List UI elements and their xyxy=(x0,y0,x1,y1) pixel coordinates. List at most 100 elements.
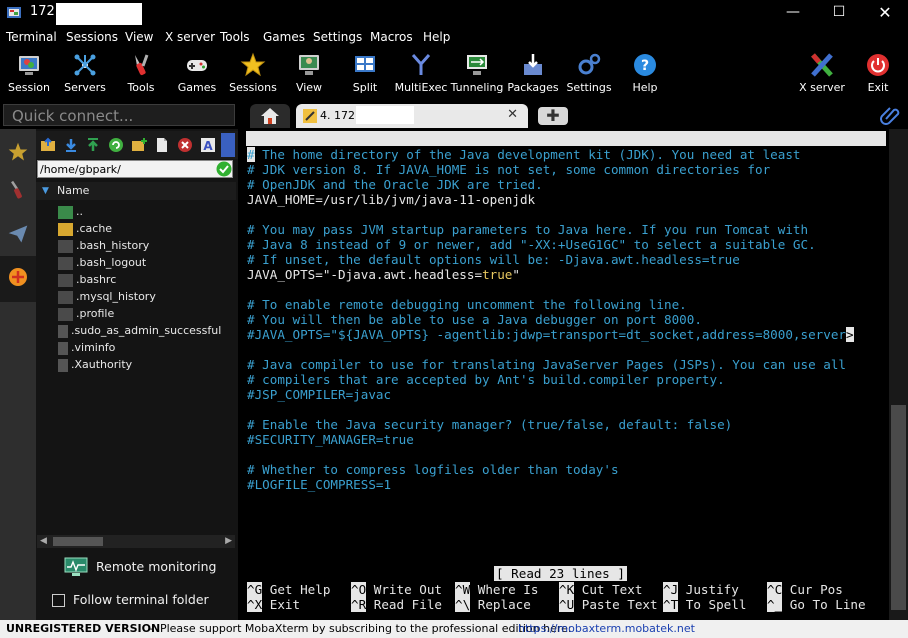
document-icon xyxy=(58,324,68,338)
sessions-button[interactable]: Sessions xyxy=(224,50,282,98)
shortcut-label: Cut Text xyxy=(581,582,643,597)
file-row[interactable]: .viminfo xyxy=(58,339,115,356)
session-tab-label: 4. 172. xyxy=(320,109,359,122)
svg-text:A: A xyxy=(203,139,213,153)
new-tab-button[interactable]: ✚ xyxy=(538,107,568,125)
xserver-icon xyxy=(811,53,833,77)
maximize-button[interactable]: ☐ xyxy=(816,0,862,26)
file-name: .bash_logout xyxy=(76,256,147,269)
folder-up-icon[interactable] xyxy=(40,137,56,153)
side-macros-button[interactable] xyxy=(0,212,36,258)
file-row[interactable]: .bashrc xyxy=(58,271,116,288)
file-row[interactable]: .bash_history xyxy=(58,237,149,254)
multiexec-button[interactable]: MultiExec xyxy=(392,50,450,98)
tools-button[interactable]: Tools xyxy=(112,50,170,98)
line-segment: " xyxy=(512,267,520,282)
menu-view[interactable]: View xyxy=(125,30,153,44)
split-button[interactable]: Split xyxy=(336,50,394,98)
menu-macros[interactable]: Macros xyxy=(370,30,413,44)
attachment-icon[interactable] xyxy=(880,105,900,125)
file-row[interactable]: .mysql_history xyxy=(58,288,156,305)
editor-line: JAVA_OPTS="-Djava.awt.headless=true" xyxy=(247,267,520,282)
file-icon xyxy=(58,239,73,253)
help-button[interactable]: ? Help xyxy=(616,50,674,98)
checkbox-box[interactable] xyxy=(52,594,65,607)
editor-line: # Java compiler to use for translating J… xyxy=(247,357,846,372)
side-tools-button[interactable] xyxy=(0,168,36,214)
delete-icon[interactable] xyxy=(177,137,193,153)
terminal-tab-icon xyxy=(303,109,317,123)
packages-button[interactable]: Packages xyxy=(504,50,562,98)
nano-shortcut: ^R Read File xyxy=(351,597,442,612)
servers-button[interactable]: Servers xyxy=(56,50,114,98)
line-segment: # Java compiler to use for translating J… xyxy=(247,357,846,372)
mobaxterm-link[interactable]: https://mobaxterm.mobatek.net xyxy=(518,620,695,638)
editor-line: # Whether to compress logfiles older tha… xyxy=(247,462,619,477)
vertical-scrollbar-thumb[interactable] xyxy=(891,405,906,610)
footer-bar: UNREGISTERED VERSION - Please support Mo… xyxy=(0,620,908,638)
menu-help[interactable]: Help xyxy=(423,30,450,44)
menu-settings[interactable]: Settings xyxy=(313,30,362,44)
download-icon[interactable] xyxy=(63,137,79,153)
editor-line: # Enable the Java security manager? (tru… xyxy=(247,417,732,432)
home-tab[interactable] xyxy=(250,104,290,128)
close-tab-icon[interactable]: ✕ xyxy=(507,107,518,122)
shortcut-label: Cur Pos xyxy=(789,582,843,597)
path-input[interactable]: /home/gbpark/ xyxy=(37,160,233,178)
close-window-button[interactable]: ✕ xyxy=(862,0,908,26)
file-row[interactable]: .cache xyxy=(58,220,112,237)
file-row[interactable]: .. xyxy=(58,203,83,220)
quick-connect-input[interactable]: Quick connect... xyxy=(3,104,235,126)
nano-header: GNU nano 4.8 /etc/default/tomcat9 xyxy=(246,131,886,176)
file-icon xyxy=(58,256,73,270)
file-icon xyxy=(58,307,73,321)
document-icon xyxy=(58,341,68,355)
games-button[interactable]: Games xyxy=(168,50,226,98)
nano-shortcut: ^X Exit xyxy=(247,597,300,612)
shortcut-key: ^_ xyxy=(767,597,783,612)
shortcut-key: ^W xyxy=(455,582,471,597)
panel-scroll-button[interactable] xyxy=(221,133,235,157)
file-row[interactable]: .Xauthority xyxy=(58,356,132,373)
refresh-icon[interactable] xyxy=(108,137,124,153)
upload-icon[interactable] xyxy=(85,137,101,153)
line-segment: JAVA_OPTS= xyxy=(247,267,323,282)
line-segment: # compilers that are accepted by Ant's b… xyxy=(247,372,725,387)
remote-monitoring-button[interactable]: Remote monitoring xyxy=(62,557,232,579)
file-row[interactable]: .bash_logout xyxy=(58,254,146,271)
svg-text:?: ? xyxy=(641,58,649,74)
redacted-box xyxy=(356,106,414,124)
view-button[interactable]: View xyxy=(280,50,338,98)
horizontal-scrollbar[interactable]: ◀ ▶ xyxy=(37,535,235,548)
shortcut-key: ^G xyxy=(247,582,263,597)
menu-terminal[interactable]: Terminal xyxy=(6,30,57,44)
file-name: .bash_history xyxy=(76,239,150,252)
shortcut-label: Paste Text xyxy=(581,597,658,612)
multiexec-icon xyxy=(411,54,431,75)
line-segment: #JSP_COMPILER=javac xyxy=(247,387,392,402)
menu-games[interactable]: Games xyxy=(263,30,305,44)
follow-terminal-folder-checkbox[interactable]: Follow terminal folder xyxy=(50,591,240,609)
rename-icon[interactable]: A xyxy=(200,137,216,153)
session-button[interactable]: Session xyxy=(0,50,58,98)
tunneling-button[interactable]: Tunneling xyxy=(448,50,506,98)
settings-icon xyxy=(578,53,601,75)
x-server-button[interactable]: X server xyxy=(793,50,851,98)
games-icon xyxy=(187,60,207,71)
settings-button[interactable]: Settings xyxy=(560,50,618,98)
editor-line: # To enable remote debugging uncomment t… xyxy=(247,297,687,312)
minimize-button[interactable]: — xyxy=(770,0,816,26)
exit-button[interactable]: Exit xyxy=(849,50,907,98)
name-column-header[interactable]: ▼ Name xyxy=(36,182,236,200)
menu-x-server[interactable]: X server xyxy=(165,30,215,44)
file-row[interactable]: .profile xyxy=(58,305,114,322)
check-icon[interactable] xyxy=(216,161,232,177)
menu-sessions[interactable]: Sessions xyxy=(66,30,118,44)
menu-tools[interactable]: Tools xyxy=(220,30,250,44)
new-folder-icon[interactable] xyxy=(131,137,147,153)
new-file-icon[interactable] xyxy=(154,137,170,153)
file-row[interactable]: .sudo_as_admin_successful xyxy=(58,322,221,339)
shortcut-key: ^\ xyxy=(455,597,471,612)
side-sftp-button[interactable] xyxy=(0,256,36,302)
line-segment: #LOGFILE_COMPRESS=1 xyxy=(247,477,392,492)
